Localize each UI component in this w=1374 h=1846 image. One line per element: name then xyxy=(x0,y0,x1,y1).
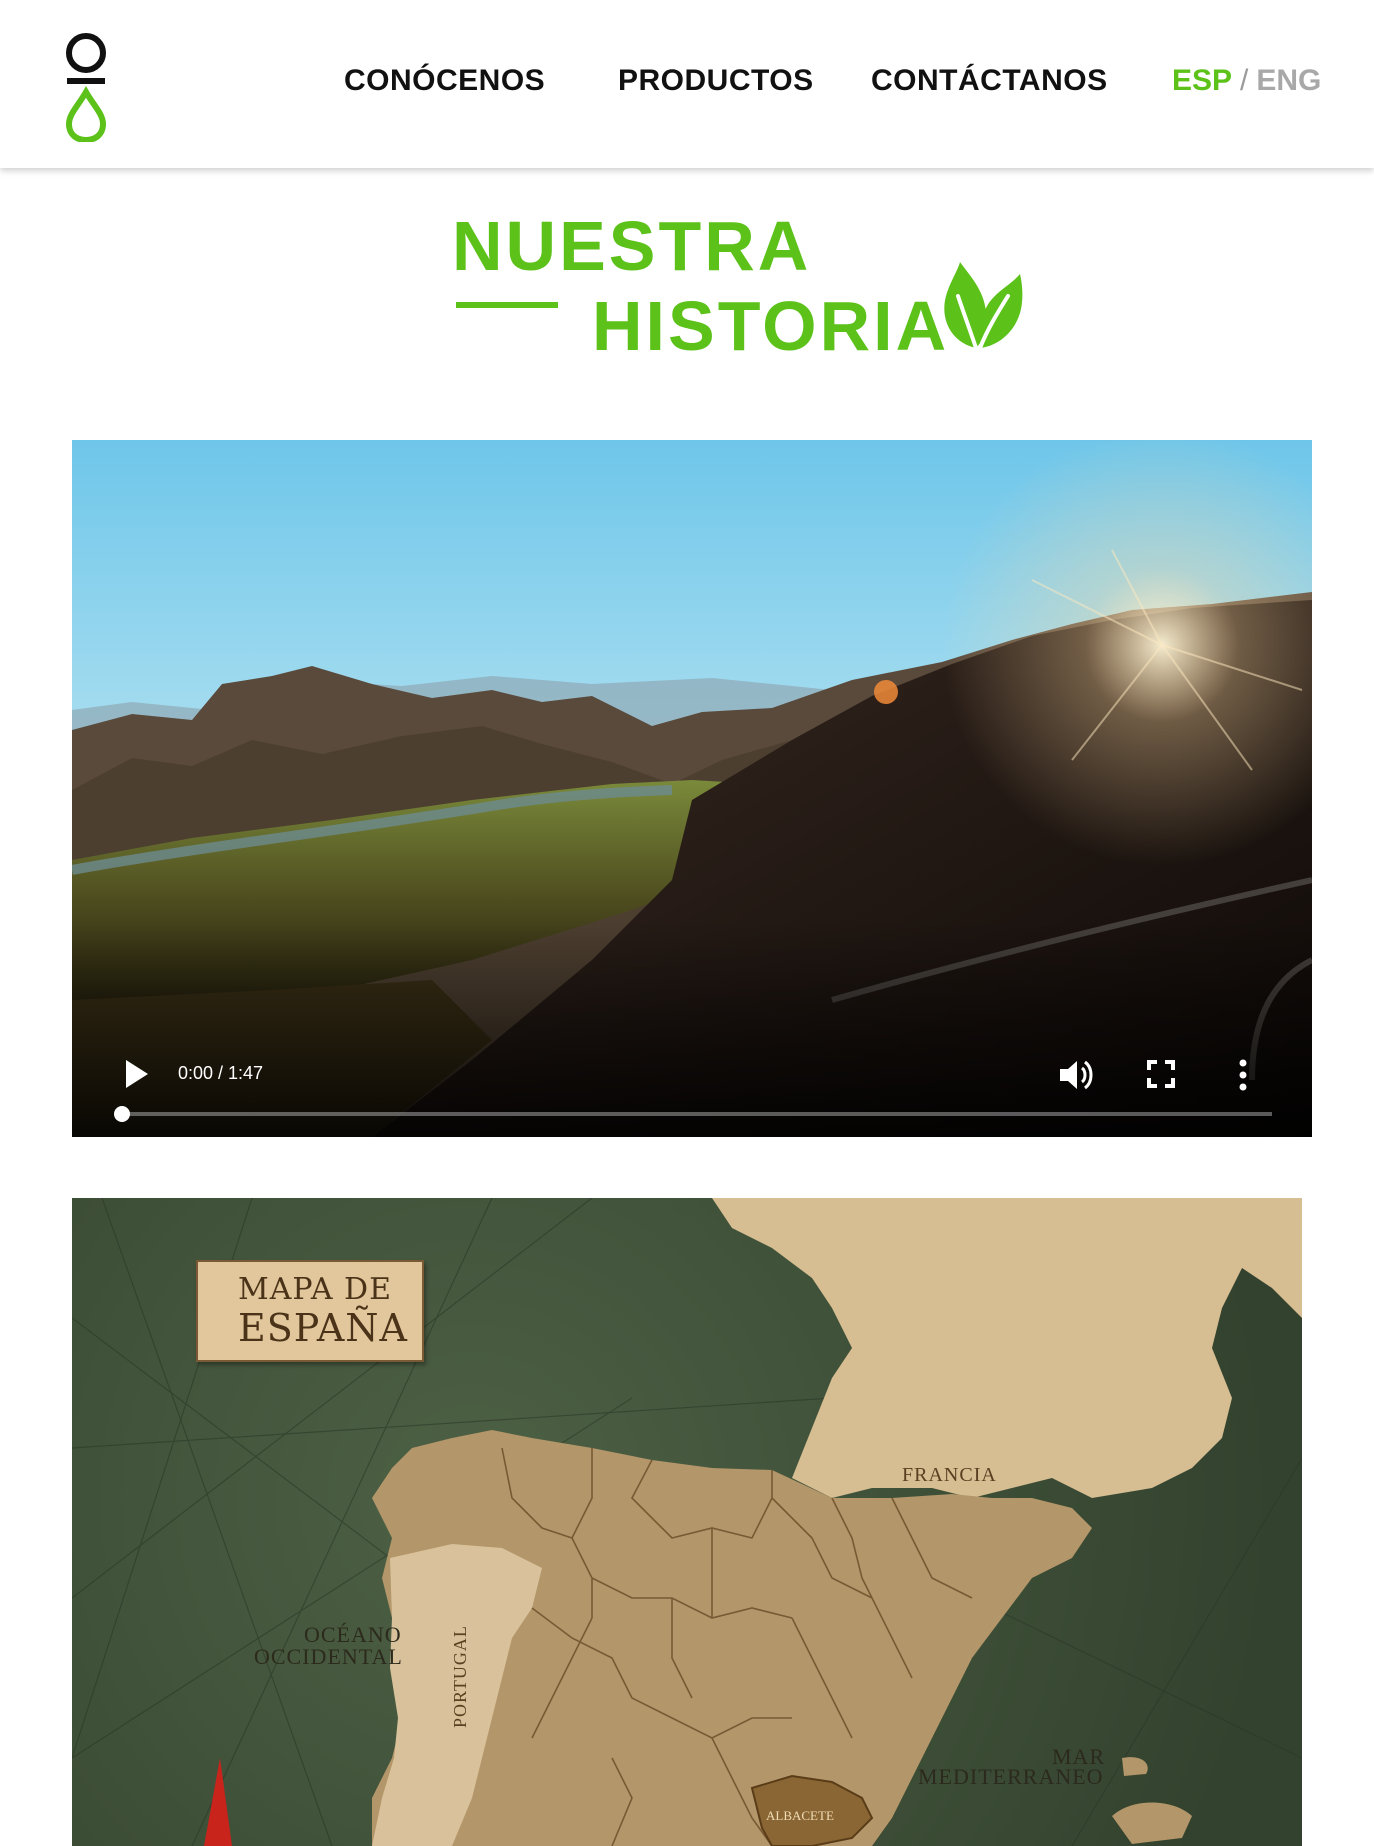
lang-esp-link[interactable]: ESP xyxy=(1172,64,1232,97)
lang-separator: / xyxy=(1240,64,1249,97)
play-icon[interactable] xyxy=(122,1057,152,1091)
map-title-line-1: MAPA DE xyxy=(238,1272,392,1307)
nav-item-contactanos[interactable]: CONTÁCTANOS xyxy=(871,64,1108,98)
page-title: NUESTRA HISTORIA xyxy=(450,206,1040,366)
video-time: 0:00 / 1:47 xyxy=(178,1063,264,1083)
title-line-2: HISTORIA xyxy=(592,287,950,365)
map-label-oceano-line-2: OCCIDENTAL xyxy=(254,1644,403,1669)
fullscreen-icon[interactable] xyxy=(1146,1059,1176,1089)
map-label-albacete: ALBACETE xyxy=(766,1808,834,1823)
spain-map-image: MAPA DE ESPAÑA FRANCIA OCÉANO OCCIDENTAL… xyxy=(72,1198,1302,1846)
lang-eng-link[interactable]: ENG xyxy=(1256,64,1321,97)
map-label-mar-line-2: MEDITERRANEO xyxy=(918,1764,1104,1789)
site-header: CONÓCENOS PRODUCTOS CONTÁCTANOS ESP / ENG xyxy=(0,0,1374,168)
more-vertical-icon[interactable] xyxy=(1236,1055,1250,1095)
nav-item-productos[interactable]: PRODUCTOS xyxy=(618,64,814,98)
video-player[interactable]: 0:00 / 1:47 xyxy=(72,440,1312,1137)
leaf-icon xyxy=(936,256,1026,354)
video-controls: 0:00 / 1:47 xyxy=(72,1027,1312,1137)
map-title-plaque: MAPA DE ESPAÑA xyxy=(196,1260,424,1362)
volume-icon[interactable] xyxy=(1056,1055,1096,1095)
map-title-line-2: ESPAÑA xyxy=(238,1306,408,1350)
language-switcher: ESP / ENG xyxy=(1172,64,1321,98)
map-label-francia: FRANCIA xyxy=(902,1464,997,1486)
title-dash xyxy=(456,302,558,308)
video-progress-handle[interactable] xyxy=(114,1106,130,1122)
title-line-1: NUESTRA xyxy=(452,207,812,285)
main-nav: CONÓCENOS PRODUCTOS CONTÁCTANOS xyxy=(0,64,1374,104)
video-progress-bar[interactable] xyxy=(120,1112,1272,1116)
map-label-portugal: PORTUGAL xyxy=(450,1625,470,1728)
nav-item-conocenos[interactable]: CONÓCENOS xyxy=(344,64,545,98)
